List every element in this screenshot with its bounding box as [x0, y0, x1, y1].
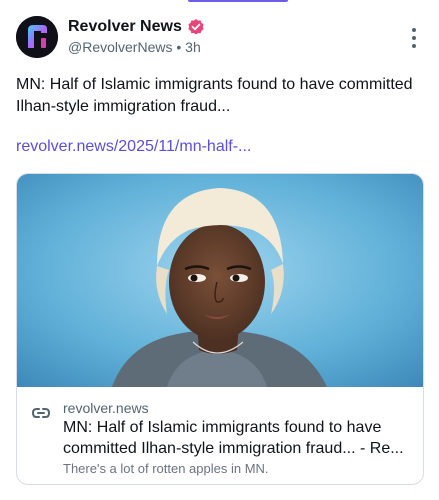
- post-header: Revolver News @RevolverNews • 3h: [16, 16, 423, 62]
- avatar[interactable]: [16, 16, 58, 58]
- link-preview-meta: revolver.news MN: Half of Islamic immigr…: [17, 387, 423, 484]
- link-title[interactable]: MN: Half of Islamic immigrants found to …: [63, 417, 413, 459]
- post: Revolver News @RevolverNews • 3h MN: Hal…: [0, 0, 439, 500]
- link-description: There's a lot of rotten apples in MN.: [63, 461, 269, 476]
- author-display-name[interactable]: Revolver News: [68, 18, 182, 36]
- link-domain: revolver.news: [63, 400, 149, 416]
- verified-badge-icon: [187, 18, 205, 36]
- revolver-logo-icon: [16, 16, 58, 58]
- meta-separator: •: [176, 39, 182, 55]
- more-vertical-icon[interactable]: [411, 28, 417, 48]
- post-time[interactable]: 3h: [185, 39, 201, 55]
- post-link[interactable]: revolver.news/2025/11/mn-half-...: [16, 138, 251, 156]
- author-meta: @RevolverNews • 3h: [68, 39, 205, 55]
- post-text: MN: Half of Islamic immigrants found to …: [16, 76, 413, 115]
- link-preview-image[interactable]: [17, 174, 423, 387]
- author-handle[interactable]: @RevolverNews: [68, 39, 172, 55]
- link-icon: [31, 403, 51, 423]
- link-preview-card[interactable]: revolver.news MN: Half of Islamic immigr…: [16, 173, 424, 485]
